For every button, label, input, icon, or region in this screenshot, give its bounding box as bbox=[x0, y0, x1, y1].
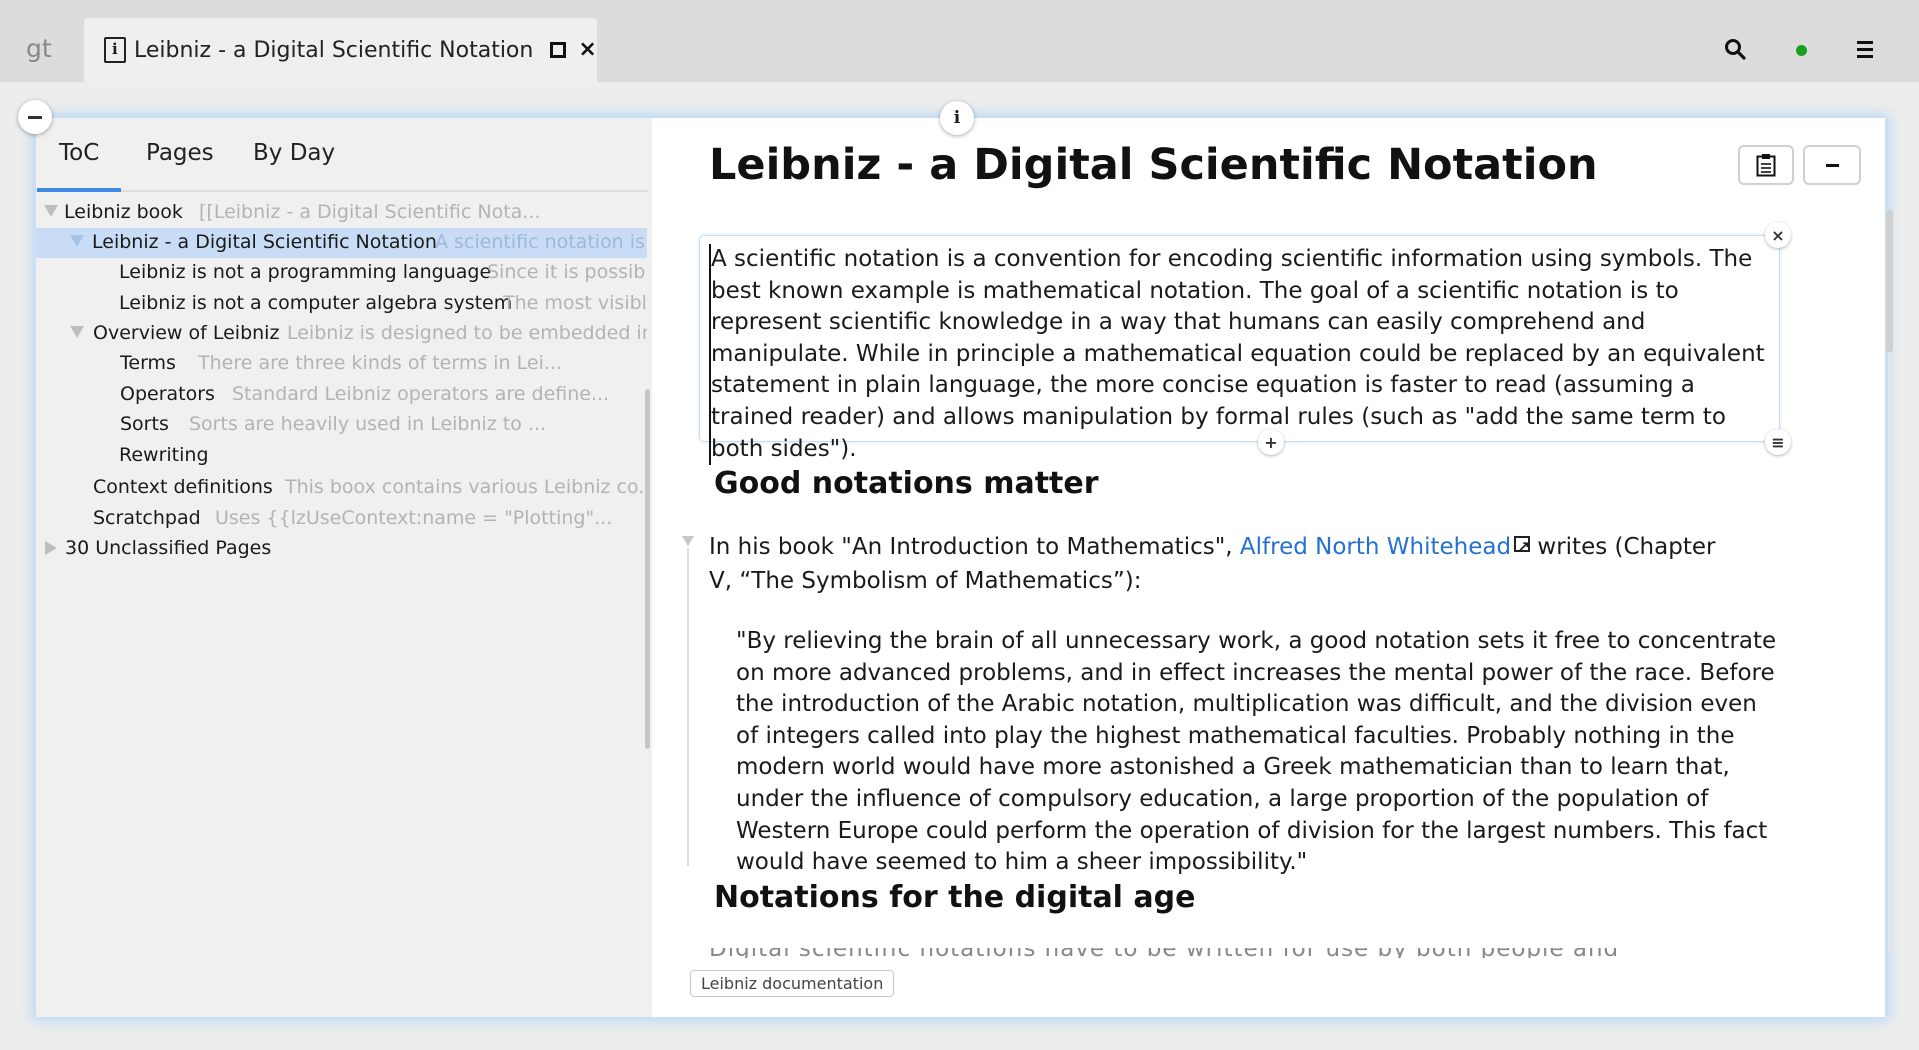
copy-button[interactable] bbox=[1738, 145, 1794, 185]
tree-item[interactable]: Operators Standard Leibniz operators are… bbox=[36, 380, 647, 410]
tree-item-preview: Leibniz is designed to be embedded in... bbox=[287, 322, 647, 344]
tree-item-label: Leibniz book bbox=[64, 201, 183, 223]
expand-triangle-icon[interactable] bbox=[70, 235, 84, 247]
tree-item[interactable]: Leibniz is not a programming language Si… bbox=[36, 258, 647, 288]
tree-item-preview: There are three kinds of terms in Lei... bbox=[198, 352, 562, 374]
tree-item-selected[interactable]: Leibniz - a Digital Scientific Notation … bbox=[36, 228, 647, 258]
tree-item-label: Sorts bbox=[120, 413, 169, 435]
paragraph-text: In his book "An Introduction to Mathemat… bbox=[709, 534, 1240, 560]
page-title: Leibniz - a Digital Scientific Notation bbox=[709, 140, 1598, 190]
tree-item[interactable]: Rewriting bbox=[36, 441, 647, 471]
lepiter-window: ToC Pages By Day Leibniz book [[Leibniz … bbox=[36, 118, 1893, 1017]
tree-item-preview: Uses {{lzUseContext:name = "Plotting"... bbox=[215, 507, 613, 529]
fold-guide bbox=[687, 548, 689, 866]
page-view: Leibniz - a Digital Scientific Notation … bbox=[652, 118, 1893, 1017]
sidebar-tabs: ToC Pages By Day bbox=[36, 118, 648, 192]
tab-toc[interactable]: ToC bbox=[36, 140, 122, 192]
tab-pages[interactable]: Pages bbox=[146, 140, 214, 166]
tree-item[interactable]: Sorts Sorts are heavily used in Leibniz … bbox=[36, 410, 647, 440]
tree-item-preview: [[Leibniz - a Digital Scientific Nota... bbox=[199, 201, 541, 223]
tree-item[interactable]: Leibniz is not a computer algebra system… bbox=[36, 289, 647, 319]
close-icon[interactable]: × bbox=[578, 39, 596, 61]
clipped-paragraph: Digital scientific notations have to be … bbox=[709, 948, 1709, 958]
tree-item-label: 30 Unclassified Pages bbox=[65, 537, 272, 559]
expand-triangle-icon[interactable] bbox=[70, 326, 84, 338]
expand-triangle-icon[interactable] bbox=[44, 205, 58, 217]
clipped-text: Digital scientific notations have to be … bbox=[709, 948, 1709, 958]
menu-icon[interactable] bbox=[1857, 41, 1873, 59]
clipboard-icon bbox=[1756, 154, 1776, 177]
leibniz-documentation-link[interactable]: Leibniz documentation bbox=[690, 970, 895, 997]
tree-item-preview: This boox contains various Leibniz co... bbox=[285, 476, 647, 498]
snippet-menu-icon[interactable]: ≡ bbox=[1765, 429, 1791, 455]
snippet-text[interactable]: A scientific notation is a convention fo… bbox=[709, 244, 1771, 466]
tab-title: Leibniz - a Digital Scientific Notation bbox=[134, 37, 534, 63]
heading-good-notations: Good notations matter bbox=[714, 466, 1099, 501]
add-snippet-icon[interactable]: + bbox=[1258, 429, 1284, 455]
sidebar-scrollbar[interactable] bbox=[645, 389, 650, 749]
whitehead-link[interactable]: Alfred North Whitehead bbox=[1240, 534, 1511, 560]
top-bar: gt Leibniz - a Digital Scientific Notati… bbox=[0, 0, 1919, 82]
tree-item[interactable]: Context definitions This boox contains v… bbox=[36, 473, 647, 503]
text-snippet-editing[interactable]: A scientific notation is a convention fo… bbox=[699, 235, 1780, 466]
tree-item-preview: The most visible bbox=[503, 292, 647, 314]
maximize-icon[interactable] bbox=[550, 42, 567, 58]
close-snippet-icon[interactable]: × bbox=[1765, 222, 1791, 248]
search-icon[interactable] bbox=[1724, 38, 1746, 60]
tree-item-label: Leibniz is not a programming language bbox=[119, 261, 492, 283]
tree-item-label: Terms bbox=[120, 352, 176, 374]
expand-triangle-icon[interactable] bbox=[45, 541, 57, 555]
tree-item-preview: Standard Leibniz operators are define... bbox=[232, 383, 610, 405]
tree-item-label: Operators bbox=[120, 383, 215, 405]
external-link-icon[interactable] bbox=[1514, 530, 1531, 564]
tree-item-label: Rewriting bbox=[119, 444, 209, 466]
tree-item-label: Leibniz - a Digital Scientific Notation bbox=[92, 231, 437, 253]
tree-item-preview: Sorts are heavily used in Leibniz to ... bbox=[189, 413, 547, 435]
tab-by-day[interactable]: By Day bbox=[253, 140, 335, 166]
tree-item[interactable]: Scratchpad Uses {{lzUseContext:name = "P… bbox=[36, 504, 647, 534]
collapse-sidebar-button[interactable] bbox=[18, 100, 52, 134]
tree-item-label: Overview of Leibniz bbox=[93, 322, 280, 344]
window-tab[interactable]: Leibniz - a Digital Scientific Notation … bbox=[84, 18, 597, 82]
heading-digital-age: Notations for the digital age bbox=[714, 880, 1196, 915]
tree-item[interactable]: Leibniz book [[Leibniz - a Digital Scien… bbox=[36, 198, 647, 228]
page-scrollbar[interactable] bbox=[1886, 210, 1893, 352]
paragraph-whitehead: In his book "An Introduction to Mathemat… bbox=[709, 530, 1729, 598]
sidebar: ToC Pages By Day Leibniz book [[Leibniz … bbox=[36, 118, 652, 1017]
tree-item-preview: A scientific notation is a bbox=[435, 231, 647, 253]
tree-item[interactable]: 30 Unclassified Pages bbox=[36, 534, 647, 564]
document-icon bbox=[104, 37, 126, 63]
tree-item-label: Context definitions bbox=[93, 476, 273, 498]
page-scroll-track bbox=[1888, 352, 1890, 952]
tree-item-label: Leibniz is not a computer algebra system bbox=[119, 292, 513, 314]
tree-item-preview: Since it is possible bbox=[487, 261, 647, 283]
gt-logo[interactable]: gt bbox=[26, 34, 72, 66]
status-indicator-icon bbox=[1796, 45, 1807, 56]
collapse-page-button[interactable] bbox=[1803, 145, 1861, 185]
info-button[interactable]: i bbox=[940, 101, 974, 135]
fold-triangle-icon[interactable] bbox=[682, 536, 694, 546]
whitehead-quote: "By relieving the brain of all unnecessa… bbox=[736, 628, 1777, 876]
tree-item[interactable]: Overview of Leibniz Leibniz is designed … bbox=[36, 319, 647, 349]
tree-item-label: Scratchpad bbox=[93, 507, 201, 529]
tree-item[interactable]: Terms There are three kinds of terms in … bbox=[36, 349, 647, 379]
